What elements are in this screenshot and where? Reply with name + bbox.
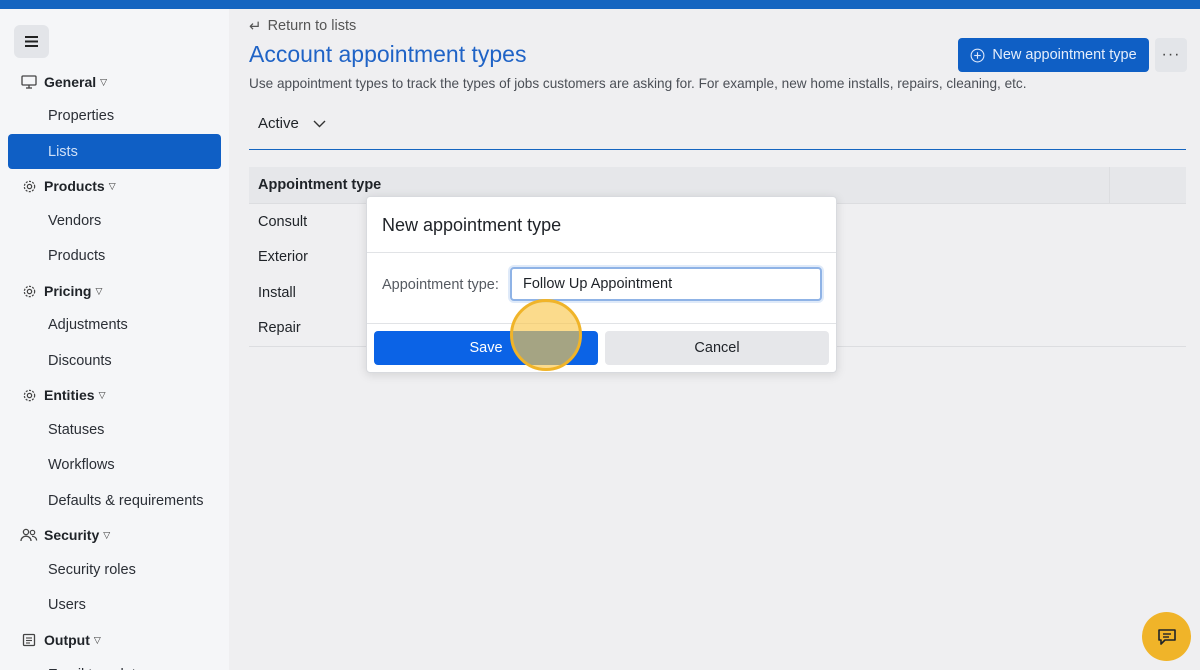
chat-support-button[interactable] xyxy=(1142,612,1191,661)
dialog-title: New appointment type xyxy=(382,215,562,235)
appointment-type-label: Appointment type: xyxy=(382,277,499,293)
divider xyxy=(367,252,836,253)
modal-overlay: New appointment type Appointment type: S… xyxy=(0,0,1200,670)
new-appointment-type-dialog: New appointment type Appointment type: S… xyxy=(366,196,837,373)
divider xyxy=(367,323,836,324)
cancel-button[interactable]: Cancel xyxy=(605,331,829,365)
chat-icon xyxy=(1157,628,1176,645)
click-indicator xyxy=(510,299,582,371)
appointment-type-input[interactable] xyxy=(510,267,822,301)
